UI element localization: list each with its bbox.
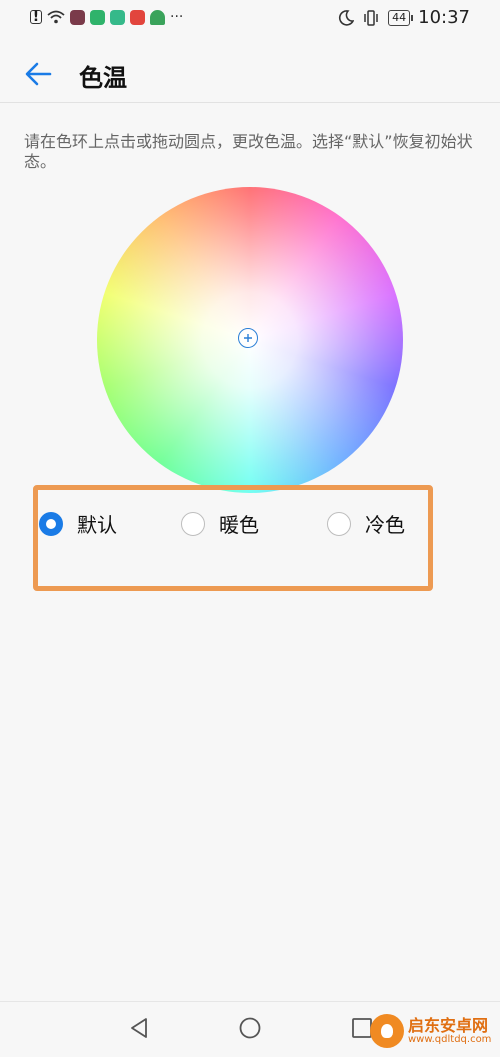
status-icons-right: 44 10:37 [338, 7, 470, 28]
page-title: 色温 [79, 64, 127, 92]
plus-icon [244, 334, 252, 342]
app-notification-icon [130, 9, 145, 25]
option-warm[interactable]: 暖色 [181, 509, 259, 538]
vibrate-icon [364, 9, 378, 26]
watermark-title: 启东安卓网 [408, 1015, 489, 1035]
overflow-dots: ··· [170, 9, 184, 25]
app-notification-icon [70, 9, 85, 25]
radio-checked-icon[interactable] [39, 511, 63, 536]
option-label: 暖色 [219, 513, 259, 537]
status-icons-left: ! ··· [30, 9, 183, 25]
wifi-icon [47, 10, 65, 24]
description-text: 请在色环上点击或拖动圆点，更改色温。选择“默认”恢复初始状态。 [24, 132, 473, 171]
watermark-logo: 启东安卓网 www.qdltdq.com [370, 1010, 498, 1052]
option-label: 默认 [77, 513, 117, 537]
arrow-left-icon [25, 62, 52, 86]
logo-icon [370, 1014, 404, 1048]
header-divider [0, 102, 500, 103]
triangle-back-icon [131, 1018, 147, 1038]
watermark-text: 启东安卓网 www.qdltdq.com [408, 1017, 491, 1046]
radio-unchecked-icon[interactable] [181, 511, 205, 536]
option-label: 冷色 [365, 513, 405, 537]
clock: 10:37 [418, 7, 470, 28]
nav-home-button[interactable] [238, 1016, 262, 1040]
moon-icon [339, 9, 355, 26]
nav-back-button[interactable] [128, 1016, 152, 1040]
app-notification-icon [90, 9, 105, 25]
highlight-box [33, 485, 433, 591]
shield-icon [110, 9, 125, 25]
option-cool[interactable]: 冷色 [327, 509, 405, 538]
radio-unchecked-icon[interactable] [327, 511, 351, 536]
circle-home-icon [239, 1017, 261, 1039]
battery-level: 44 [388, 9, 414, 26]
app-notification-icon [150, 9, 165, 25]
back-button[interactable] [20, 54, 60, 94]
alert-icon: ! [30, 10, 42, 24]
status-bar: ! ··· 44 10:37 [0, 0, 500, 38]
app-header: 色温 [0, 48, 500, 100]
watermark-url: www.qdltdq.com [408, 1034, 492, 1046]
color-handle[interactable] [238, 328, 258, 348]
option-default[interactable]: 默认 [39, 509, 117, 538]
